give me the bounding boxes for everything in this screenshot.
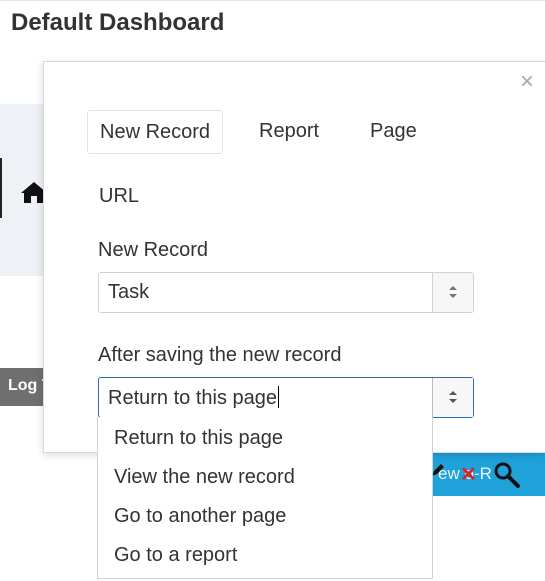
new-record-value: Task bbox=[108, 281, 150, 303]
nav-divider bbox=[0, 158, 2, 218]
dropdown-option[interactable]: Go to a report bbox=[114, 544, 237, 567]
tab-new-record[interactable]: New Record bbox=[87, 110, 224, 154]
after-saving-label: After saving the new record bbox=[98, 344, 342, 366]
add-link-modal: × New Record Report Page URL New Record … bbox=[43, 61, 545, 453]
tab-page[interactable]: Page bbox=[358, 110, 429, 154]
select-arrows-icon bbox=[432, 378, 473, 417]
dropdown-option[interactable]: Return to this page bbox=[114, 427, 283, 450]
dropdown-option[interactable]: Go to another page bbox=[114, 505, 286, 528]
after-saving-select[interactable]: Return to this page bbox=[98, 377, 474, 418]
select-arrows-icon bbox=[432, 273, 473, 312]
page-title: Default Dashboard bbox=[11, 9, 225, 36]
dropdown-option[interactable]: View the new record bbox=[114, 466, 295, 489]
after-saving-options: Return to this page View the new record … bbox=[97, 417, 433, 579]
new-record-label: New Record bbox=[98, 239, 209, 261]
zoom-icon[interactable] bbox=[492, 460, 522, 490]
after-saving-value: Return to this page bbox=[108, 387, 277, 409]
new-record-select[interactable]: Task bbox=[98, 272, 474, 313]
text-caret bbox=[278, 386, 279, 408]
tab-report[interactable]: Report bbox=[247, 110, 331, 154]
record-toolbar: ew o-R ✕ bbox=[420, 452, 545, 496]
close-icon[interactable]: × bbox=[517, 70, 537, 94]
tab-url[interactable]: URL bbox=[87, 184, 151, 208]
delete-icon[interactable]: ✕ bbox=[460, 462, 477, 487]
